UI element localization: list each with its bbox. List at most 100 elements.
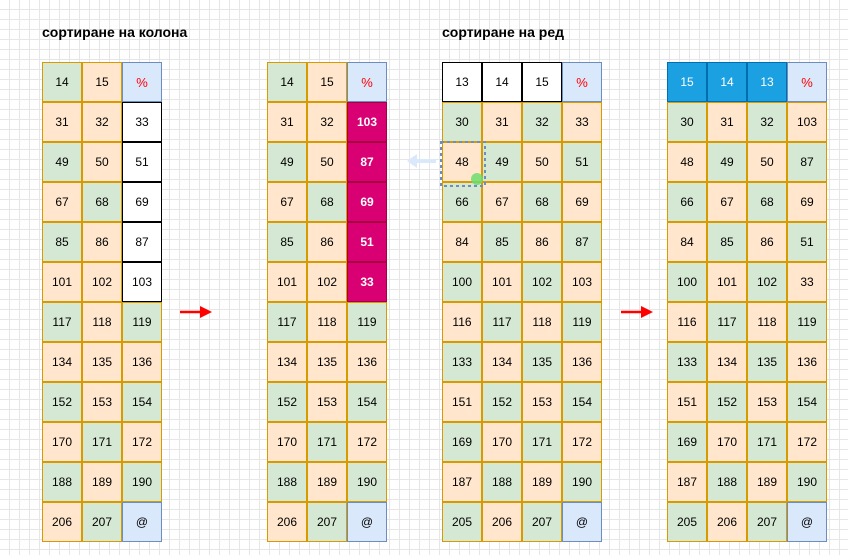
table-cell: 118 <box>522 302 562 342</box>
table-cell: 15 <box>667 62 707 102</box>
table-cell: 14 <box>42 62 82 102</box>
table-cell: 33 <box>787 262 827 302</box>
table-cell: 86 <box>522 222 562 262</box>
table-cell: @ <box>347 502 387 542</box>
table-cell: 117 <box>707 302 747 342</box>
table-cell: 152 <box>707 382 747 422</box>
table-cell: 135 <box>522 342 562 382</box>
table-cell: 151 <box>667 382 707 422</box>
table-cell: 154 <box>122 382 162 422</box>
table-cell: 50 <box>522 142 562 182</box>
table-cell: 33 <box>122 102 162 142</box>
table-cell: 190 <box>787 462 827 502</box>
table-cell: 206 <box>267 502 307 542</box>
table-cell: 119 <box>562 302 602 342</box>
table-cell: 134 <box>267 342 307 382</box>
table-cell: 170 <box>707 422 747 462</box>
table-cell: 172 <box>562 422 602 462</box>
table-cell: 171 <box>307 422 347 462</box>
table-cell: 207 <box>82 502 122 542</box>
table-cell: 118 <box>747 302 787 342</box>
faded-arrow-left-icon[interactable] <box>406 152 436 170</box>
table-cell: % <box>122 62 162 102</box>
table-cell: 33 <box>562 102 602 142</box>
table-cell: 87 <box>787 142 827 182</box>
table-cell: 154 <box>787 382 827 422</box>
table-cell: 100 <box>442 262 482 302</box>
table-cell: 87 <box>562 222 602 262</box>
table-cell: 135 <box>82 342 122 382</box>
table-cell: % <box>787 62 827 102</box>
table-cell: 14 <box>267 62 307 102</box>
table-cell: 188 <box>267 462 307 502</box>
table-cell: 135 <box>747 342 787 382</box>
table-cell: 206 <box>707 502 747 542</box>
row-sort-title: сортиране на ред <box>442 24 564 40</box>
table-cell: 152 <box>42 382 82 422</box>
table-cell: 189 <box>82 462 122 502</box>
table-cell: 119 <box>787 302 827 342</box>
table-cell: 101 <box>707 262 747 302</box>
table-cell: 154 <box>562 382 602 422</box>
table-cell: 67 <box>42 182 82 222</box>
table-cell: 85 <box>42 222 82 262</box>
table-cell: 87 <box>122 222 162 262</box>
table-cell: 49 <box>707 142 747 182</box>
table-cell: 169 <box>442 422 482 462</box>
table-cell: 31 <box>267 102 307 142</box>
table-cell: 49 <box>42 142 82 182</box>
table-cell: 187 <box>442 462 482 502</box>
table-cell: 188 <box>482 462 522 502</box>
table-cell: 190 <box>562 462 602 502</box>
table-cell: 50 <box>82 142 122 182</box>
table-cell: 207 <box>522 502 562 542</box>
table-cell: 67 <box>267 182 307 222</box>
table-cell: % <box>562 62 602 102</box>
table-cell: 205 <box>667 502 707 542</box>
table-cell: 51 <box>122 142 162 182</box>
table-cell: 51 <box>347 222 387 262</box>
table-cell: 152 <box>267 382 307 422</box>
table-cell: 69 <box>787 182 827 222</box>
table-cell: 103 <box>787 102 827 142</box>
table-cell: 103 <box>562 262 602 302</box>
table-cell: 190 <box>122 462 162 502</box>
table-cell: 118 <box>307 302 347 342</box>
table-cell: 68 <box>82 182 122 222</box>
table-cell: 205 <box>442 502 482 542</box>
table-cell: 116 <box>667 302 707 342</box>
table-cell: 14 <box>482 62 522 102</box>
table-cell: 84 <box>442 222 482 262</box>
table-cell: 153 <box>307 382 347 422</box>
table-cell: 100 <box>667 262 707 302</box>
table-cell: 117 <box>267 302 307 342</box>
table-cell: 102 <box>747 262 787 302</box>
table-cell: 188 <box>42 462 82 502</box>
table-cell: 32 <box>747 102 787 142</box>
table-cell: 119 <box>347 302 387 342</box>
table-cell: 85 <box>482 222 522 262</box>
table-cell: 154 <box>347 382 387 422</box>
table-cell: 172 <box>787 422 827 462</box>
selection-box[interactable] <box>437 138 489 190</box>
table-cell: @ <box>787 502 827 542</box>
table-cell: 117 <box>482 302 522 342</box>
table-cell: 187 <box>667 462 707 502</box>
table-cell: 68 <box>522 182 562 222</box>
table-cell: 206 <box>482 502 522 542</box>
table-cell: 49 <box>267 142 307 182</box>
table-cell: 84 <box>667 222 707 262</box>
table-cell: 30 <box>442 102 482 142</box>
table-cell: 15 <box>82 62 122 102</box>
table-cell: 13 <box>747 62 787 102</box>
table-cell: 86 <box>82 222 122 262</box>
table-cell: 33 <box>347 262 387 302</box>
table-cell: 85 <box>707 222 747 262</box>
table-cell: 14 <box>707 62 747 102</box>
table-cell: 153 <box>82 382 122 422</box>
table-cell: 69 <box>347 182 387 222</box>
table-cell: 151 <box>442 382 482 422</box>
table-cell: 172 <box>347 422 387 462</box>
table-cell: 118 <box>82 302 122 342</box>
table-cell: 15 <box>307 62 347 102</box>
